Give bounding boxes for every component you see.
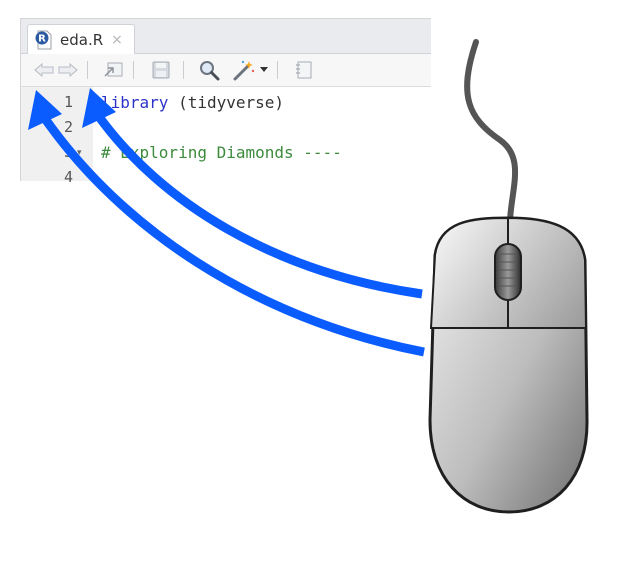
toolbar-separator	[133, 61, 134, 79]
mouse-body	[428, 216, 589, 514]
computer-mouse-illustration	[428, 39, 589, 514]
r-icon-letter: R	[38, 33, 46, 44]
magic-wand-icon[interactable]	[231, 58, 257, 82]
code-text: (tidyverse)	[168, 93, 285, 112]
code-line[interactable]: # Exploring Diamonds ----	[101, 140, 342, 165]
code-area[interactable]: 1 2 3 ▾ 4 library (tidyverse) # Exploring Dia…	[21, 87, 431, 186]
toolbar-separator	[87, 61, 88, 79]
mouse-scroll-wheel	[494, 243, 522, 301]
dropdown-caret-icon[interactable]	[259, 58, 269, 82]
source-editor-pane: R eda.R × 1 2 3 ▾ 4 library (tidyverse) …	[20, 18, 431, 186]
tab-eda-r[interactable]: R eda.R ×	[27, 24, 135, 54]
tab-filename: eda.R	[60, 30, 104, 49]
fold-toggle-icon[interactable]: ▾	[77, 148, 82, 158]
r-file-icon: R	[34, 30, 54, 50]
search-icon[interactable]	[197, 58, 221, 82]
line-number: 4	[63, 168, 73, 186]
line-number-gutter: 1 2 3 ▾ 4	[21, 87, 93, 186]
notebook-icon[interactable]	[293, 58, 315, 82]
editor-tab-bar: R eda.R ×	[21, 19, 431, 54]
toolbar-separator	[277, 61, 278, 79]
toolbar-separator	[183, 61, 184, 79]
mouse-left-button	[429, 216, 509, 329]
back-arrow-icon[interactable]	[33, 58, 55, 82]
show-in-window-icon[interactable]	[101, 58, 125, 82]
save-icon[interactable]	[149, 58, 173, 82]
line-number: 2	[63, 118, 73, 136]
editor-toolbar	[21, 54, 431, 87]
line-number: 3	[63, 143, 73, 161]
mouse-cable	[464, 39, 519, 235]
forward-arrow-icon[interactable]	[57, 58, 79, 82]
line-number: 1	[63, 93, 73, 111]
tab-close-icon[interactable]: ×	[111, 32, 123, 48]
code-comment: # Exploring Diamonds ----	[101, 143, 342, 162]
code-keyword: library	[101, 93, 169, 112]
code-line[interactable]: library (tidyverse)	[101, 90, 284, 115]
mouse-right-button	[507, 216, 588, 329]
